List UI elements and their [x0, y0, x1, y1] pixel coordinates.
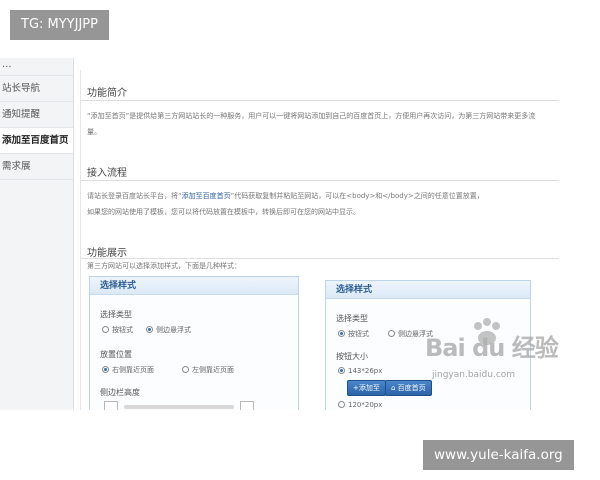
add-to-button-label: +添加至	[353, 384, 380, 392]
sidebar: … 站长导航 通知提醒 添加至百度首页 需求展	[0, 58, 74, 410]
flow-text-middle: ”代码获取复制并粘贴至网站，可以在<body>和</body>之间的任意位置放置…	[230, 192, 484, 200]
top-left-tag: TG: MYYJJPP	[10, 10, 109, 40]
radio-dot	[182, 366, 189, 373]
screenshot-area: … 站长导航 通知提醒 添加至百度首页 需求展 功能简介 “添加至首页”是提供给…	[0, 0, 600, 410]
sidebar-item-webmaster-nav[interactable]: 站长导航	[0, 76, 73, 102]
intro-paragraph: “添加至首页”是提供给第三方网站站长的一种服务，用户可以一键将网站添加到自己的百…	[87, 108, 537, 140]
panel-title: 选择样式	[326, 281, 530, 299]
radio-label: 120*20px	[348, 401, 383, 409]
radio-type-button[interactable]: 按钮式	[338, 329, 369, 339]
field-label-type: 选择类型	[100, 310, 132, 319]
sidebar-item-label: 需求展	[2, 161, 31, 172]
field-label-position: 放置位置	[100, 350, 132, 359]
radio-label: 侧边悬浮式	[156, 326, 191, 334]
baidu-homepage-button[interactable]: ⌂ 百度首页	[385, 380, 432, 396]
section-title-intro: 功能简介	[87, 88, 127, 99]
radio-label: 143*26px	[348, 367, 383, 375]
sidebar-item-label: …	[2, 59, 12, 70]
height-slider[interactable]	[124, 405, 234, 409]
radio-size-small[interactable]: 120*20px	[338, 401, 382, 409]
sidebar-item-label: 站长导航	[2, 83, 41, 94]
demo-paragraph: 第三方网站可以选择添加样式，下面是几种样式：	[87, 262, 241, 270]
radio-label: 按钮式	[348, 330, 369, 338]
field-label-type: 选择类型	[336, 314, 368, 323]
sidebar-item-top[interactable]: …	[0, 58, 73, 76]
add-to-button[interactable]: +添加至	[347, 380, 386, 396]
sidebar-item-label: 添加至百度首页	[2, 135, 69, 146]
intro-text-body: 是提供给第三方网站站长的一种服务，用户可以一键将网站添加到自己的百度首页上，方便…	[87, 112, 536, 136]
radio-dot-selected	[146, 326, 153, 333]
add-to-homepage-link[interactable]: 添加至百度首页	[182, 192, 231, 200]
panel-title: 选择样式	[90, 277, 298, 295]
radio-dot-selected	[102, 366, 109, 373]
sidebar-item-add-to-homepage[interactable]: 添加至百度首页	[0, 128, 73, 154]
home-icon: ⌂	[391, 384, 398, 392]
bottom-right-tag: www.yule-kaifa.org	[423, 440, 574, 470]
sidebar-item-notifications[interactable]: 通知提醒	[0, 102, 73, 128]
radio-label: 左侧靠近页面	[192, 366, 234, 374]
section-title-flow: 接入流程	[87, 168, 127, 179]
radio-dot	[338, 401, 345, 408]
divider	[81, 180, 559, 181]
sidebar-item-label: 通知提醒	[2, 109, 41, 120]
field-label-height: 侧边栏高度	[100, 388, 140, 397]
radio-size-large[interactable]: 143*26px	[338, 367, 382, 375]
baidu-jingyan-url: jingyan.baidu.com	[432, 370, 516, 380]
radio-dot	[388, 330, 395, 337]
radio-position-left[interactable]: 左侧靠近页面	[182, 365, 234, 375]
radio-dot-selected	[338, 367, 345, 374]
style-panel-left: 选择样式 选择类型 按钮式 侧边悬浮式 放置位置 右侧靠近页面 左侧靠近页面 侧…	[89, 276, 299, 410]
baidu-jingyan-logo: Bai du 经验	[425, 334, 559, 362]
slider-min-box[interactable]	[104, 401, 118, 410]
radio-position-right[interactable]: 右侧靠近页面	[102, 365, 154, 375]
flow-text-start: 请站长登录百度站长平台，将“	[87, 192, 182, 200]
flow-paragraph: 请站长登录百度站长平台，将“添加至百度首页”代码获取复制并粘贴至网站，可以在<b…	[87, 188, 537, 220]
baidu-homepage-button-label: 百度首页	[397, 384, 426, 392]
radio-type-sidebar[interactable]: 侧边悬浮式	[146, 325, 191, 335]
radio-dot-selected	[338, 330, 345, 337]
sidebar-item-demands[interactable]: 需求展	[0, 154, 73, 180]
radio-dot	[102, 326, 109, 333]
divider	[81, 100, 559, 101]
field-label-size: 按钮大小	[336, 352, 368, 361]
slider-max-box[interactable]	[240, 401, 254, 410]
flow-text-end: 如果您的网站使用了模板，您可以将代码放置在模板中，转换后即可在您的网站中显示。	[87, 208, 360, 216]
intro-text-quote: “添加至首页”	[87, 112, 130, 120]
radio-label: 右侧靠近页面	[112, 366, 154, 374]
section-title-demo: 功能展示	[87, 248, 127, 259]
radio-label: 按钮式	[112, 326, 133, 334]
radio-type-button[interactable]: 按钮式	[102, 325, 133, 335]
